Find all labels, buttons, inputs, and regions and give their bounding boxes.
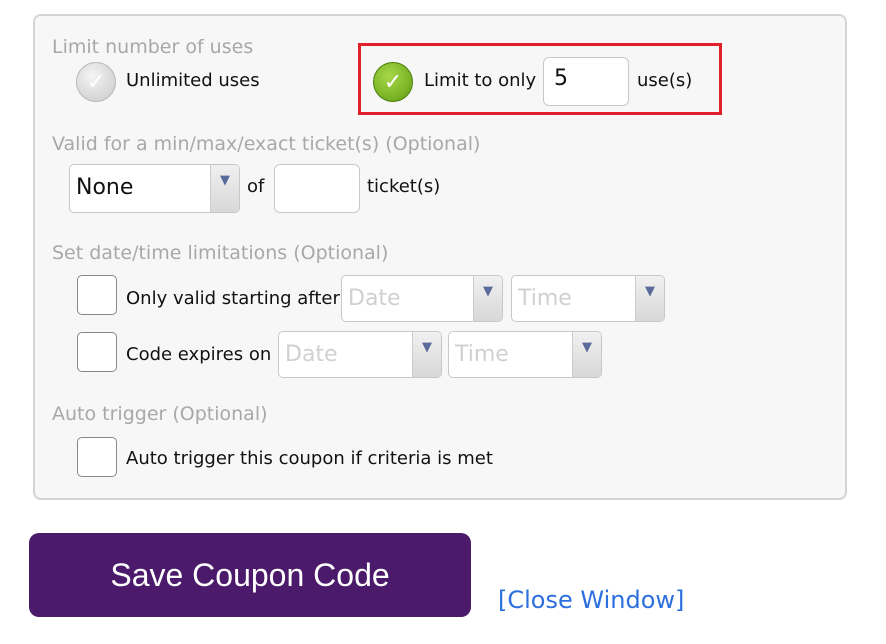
chevron-down-icon: ▼ — [635, 276, 664, 321]
tickets-suffix-label: ticket(s) — [367, 176, 441, 197]
start-date-select[interactable]: Date ▼ — [341, 275, 503, 322]
start-label: Only valid starting after — [126, 288, 340, 309]
date-placeholder: Date — [285, 342, 338, 367]
chevron-down-icon: ▼ — [473, 276, 502, 321]
save-coupon-button[interactable]: Save Coupon Code — [29, 533, 471, 617]
auto-trigger-label: Auto trigger this coupon if criteria is … — [126, 448, 493, 469]
uses-suffix-label: use(s) — [637, 70, 693, 91]
start-time-select[interactable]: Time ▼ — [511, 275, 665, 322]
limit-uses-radio[interactable]: ✓ — [373, 62, 413, 102]
tickets-header: Valid for a min/max/exact ticket(s) (Opt… — [52, 133, 481, 155]
close-window-link[interactable]: [Close Window] — [498, 586, 684, 614]
time-placeholder: Time — [455, 342, 509, 367]
chevron-down-icon: ▼ — [412, 332, 441, 377]
limit-count-input[interactable]: 5 — [543, 57, 629, 106]
check-icon: ✓ — [383, 69, 403, 95]
chevron-down-icon: ▼ — [572, 332, 601, 377]
ticket-condition-select[interactable]: None ▼ — [69, 164, 240, 213]
auto-trigger-checkbox[interactable] — [77, 437, 117, 477]
date-placeholder: Date — [348, 286, 401, 311]
expire-date-select[interactable]: Date ▼ — [278, 331, 442, 378]
ticket-count-input[interactable] — [274, 164, 360, 213]
of-label: of — [247, 176, 265, 197]
dates-header: Set date/time limitations (Optional) — [52, 242, 389, 264]
limit-to-only-label: Limit to only — [424, 70, 537, 91]
limit-uses-header: Limit number of uses — [52, 36, 254, 58]
expire-label: Code expires on — [126, 344, 272, 365]
unlimited-uses-radio[interactable]: ✓ — [76, 62, 116, 102]
expire-time-select[interactable]: Time ▼ — [448, 331, 602, 378]
time-placeholder: Time — [518, 286, 572, 311]
chevron-down-icon: ▼ — [210, 165, 239, 212]
start-date-checkbox[interactable] — [77, 275, 117, 315]
expire-date-checkbox[interactable] — [77, 332, 117, 372]
auto-trigger-header: Auto trigger (Optional) — [52, 403, 268, 425]
unlimited-uses-label: Unlimited uses — [126, 70, 260, 91]
check-icon: ✓ — [86, 69, 106, 95]
select-value: None — [76, 175, 134, 200]
